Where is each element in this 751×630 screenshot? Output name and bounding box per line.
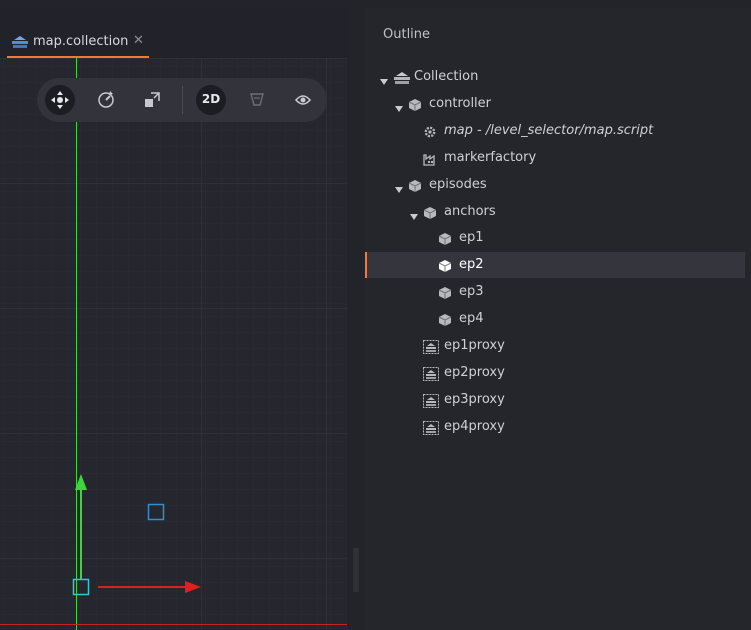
2d-label: 2D: [201, 92, 221, 106]
outline-item-episodes[interactable]: episodes: [365, 172, 745, 198]
outline-item-ep3[interactable]: ep3: [365, 279, 745, 305]
outline-item-label: ep1: [459, 230, 484, 246]
move-icon: [51, 91, 69, 109]
collection-icon: [393, 70, 410, 84]
expand-arrow-icon[interactable]: [394, 99, 404, 112]
game-object-icon: [438, 258, 452, 273]
collection-proxy-icon: [423, 420, 439, 435]
close-icon[interactable]: ✕: [133, 33, 144, 48]
editor-window: map.collection ✕ 2D Outline Collection c…: [0, 0, 751, 630]
game-object-icon: [438, 312, 452, 327]
factory-icon: [423, 151, 437, 166]
outline-item-label: ep2: [459, 257, 484, 273]
scene-editor-pane: map.collection ✕ 2D: [0, 8, 347, 630]
outline-item-label: anchors: [444, 203, 496, 219]
outline-item-ep4[interactable]: ep4: [365, 306, 745, 332]
x-arrow-icon[interactable]: [185, 581, 201, 593]
game-object-icon: [408, 178, 422, 192]
pane-splitter[interactable]: [347, 8, 365, 630]
outline-item-collection[interactable]: Collection: [365, 64, 745, 90]
outline-item-ep3proxy[interactable]: ep3proxy: [365, 387, 745, 413]
tab-bar: map.collection ✕: [0, 8, 347, 58]
outline-item-anchors[interactable]: anchors: [365, 199, 745, 225]
rotate-tool-button[interactable]: [91, 85, 121, 115]
outline-item-label: ep3: [459, 284, 484, 300]
selection-marker: [365, 252, 367, 279]
top-bar: [0, 0, 751, 8]
outline-item-label: controller: [429, 95, 492, 111]
2d-toggle-button[interactable]: 2D: [196, 85, 226, 115]
outline-item-label: markerfactory: [444, 149, 537, 165]
outline-item-label: ep4proxy: [444, 418, 505, 434]
game-object-icon: [438, 231, 452, 246]
outline-item-label: ep3proxy: [444, 391, 505, 407]
scale-tool-button[interactable]: [137, 85, 167, 115]
outline-title: Outline: [383, 27, 431, 42]
collection-icon: [12, 36, 28, 48]
viewport-toolbar: 2D: [37, 78, 327, 122]
pivot-handle[interactable]: [72, 578, 90, 596]
collection-proxy-icon: [423, 393, 439, 408]
scene-viewport[interactable]: 2D: [0, 58, 347, 630]
outline-item-ep2proxy[interactable]: ep2proxy: [365, 360, 745, 386]
outline-item-label: ep2proxy: [444, 364, 505, 380]
perspective-camera-icon: [250, 93, 264, 106]
visibility-tool-button[interactable]: [288, 85, 318, 115]
move-gizmo[interactable]: [0, 58, 347, 630]
expand-arrow-icon[interactable]: [409, 207, 419, 220]
outline-item-ep1proxy[interactable]: ep1proxy: [365, 333, 745, 359]
outline-item-ep1[interactable]: ep1: [365, 225, 745, 251]
tab-map-collection[interactable]: map.collection ✕: [7, 18, 149, 58]
game-object-icon: [408, 97, 422, 111]
game-object-icon: [438, 285, 452, 300]
outline-item-ep4proxy[interactable]: ep4proxy: [365, 414, 745, 440]
game-object-icon: [423, 205, 437, 219]
outline-item-markerfactory[interactable]: markerfactory: [365, 145, 745, 171]
outline-item-controller[interactable]: controller: [365, 91, 745, 117]
outline-item-map[interactable]: map - /level_selector/map.script: [365, 118, 745, 144]
expand-arrow-icon[interactable]: [379, 72, 389, 85]
outline-item-ep2[interactable]: ep2: [365, 252, 745, 279]
selected-object-bounds[interactable]: [147, 503, 165, 521]
scale-icon: [145, 92, 160, 107]
script-gear-icon: [423, 124, 437, 138]
tab-label: map.collection: [33, 34, 129, 49]
toolbar-separator: [182, 86, 183, 114]
collection-proxy-icon: [423, 366, 439, 381]
outline-pane: Outline Collection controller map - /level…: [365, 8, 751, 630]
outline-item-label: ep1proxy: [444, 338, 505, 353]
outline-item-label: ep4: [459, 311, 484, 327]
expand-arrow-icon[interactable]: [394, 180, 404, 193]
y-arrow-icon[interactable]: [75, 474, 87, 490]
collection-proxy-icon: [423, 339, 439, 354]
eye-icon: [294, 95, 312, 105]
camera-tool-button[interactable]: [242, 85, 272, 115]
splitter-grip-icon: [353, 548, 359, 592]
outline-item-label: map - /level_selector/map.script: [444, 122, 654, 138]
outline-item-label: Collection: [414, 69, 479, 84]
outline-item-label: episodes: [429, 176, 487, 192]
rotate-icon: [98, 91, 114, 108]
move-tool-button[interactable]: [45, 85, 75, 115]
